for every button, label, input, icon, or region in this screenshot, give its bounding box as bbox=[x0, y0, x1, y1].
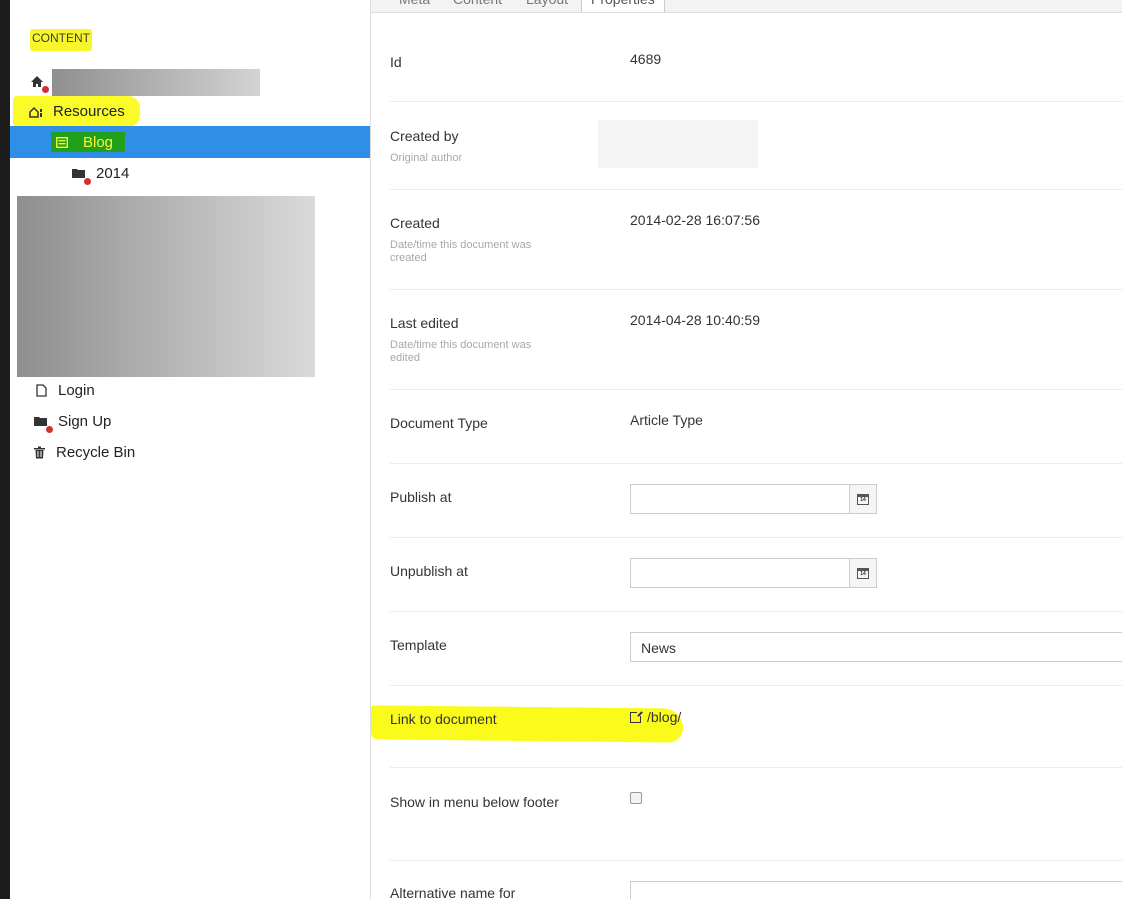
property-label: Created by bbox=[390, 128, 459, 144]
content-tree: CONTENT Resources Blog 2014 Login Sign U… bbox=[10, 0, 371, 899]
alt-name-input[interactable] bbox=[630, 881, 1122, 899]
property-label: Id bbox=[390, 54, 402, 70]
tree-node-2014[interactable]: 2014 bbox=[70, 158, 270, 189]
property-label: Created bbox=[390, 215, 440, 231]
property-created: Created Date/time this document was crea… bbox=[390, 190, 1122, 290]
unpublish-at-input[interactable] bbox=[631, 559, 849, 587]
tab-content[interactable]: Content bbox=[453, 0, 502, 12]
tree-node-label: 2014 bbox=[96, 165, 130, 182]
property-link: Link to document /blog/ bbox=[390, 686, 1122, 768]
property-label: Alternative name for bbox=[390, 885, 516, 899]
property-document-type: Document Type Article Type bbox=[390, 390, 1122, 464]
tab-layout[interactable]: Layout bbox=[526, 0, 568, 12]
property-description: Date/time this document was created bbox=[390, 239, 532, 264]
tree-node-label: Sign Up bbox=[58, 413, 112, 430]
editor-tabs: Meta Content Layout Properties bbox=[371, 0, 1122, 13]
tree-node-recycle-bin[interactable]: Recycle Bin bbox=[30, 437, 230, 468]
property-label: Link to document bbox=[390, 711, 497, 727]
tree-node-signup[interactable]: Sign Up bbox=[32, 406, 232, 437]
property-value: 2014-04-28 10:40:59 bbox=[630, 312, 760, 328]
property-description: Date/time this document was edited bbox=[390, 339, 532, 364]
property-label: Unpublish at bbox=[390, 563, 468, 579]
tree-node-label: Login bbox=[58, 382, 95, 399]
tree-node-label: Blog bbox=[83, 133, 114, 151]
property-label: Publish at bbox=[390, 489, 452, 505]
publish-at-input[interactable] bbox=[631, 485, 849, 513]
calendar-icon: 14 bbox=[857, 493, 869, 505]
trash-icon bbox=[30, 445, 48, 461]
tree-node-resources[interactable]: Resources bbox=[13, 96, 140, 127]
document-link[interactable]: /blog/ bbox=[630, 709, 681, 725]
tab-meta[interactable]: Meta bbox=[399, 0, 430, 12]
external-link-icon bbox=[630, 710, 643, 723]
tree-node-blog[interactable]: Blog bbox=[10, 126, 370, 158]
folder-icon bbox=[32, 414, 53, 433]
template-select[interactable]: News bbox=[630, 632, 1122, 662]
document-icon bbox=[32, 383, 50, 399]
redacted-root-label bbox=[52, 69, 260, 96]
tree-node-label: Resources bbox=[53, 103, 125, 120]
property-label: Last edited bbox=[390, 315, 459, 331]
show-in-menu-checkbox[interactable] bbox=[630, 792, 642, 804]
calendar-button[interactable]: 14 bbox=[849, 559, 876, 587]
property-label: Show in menu below footer bbox=[390, 794, 559, 810]
publish-at-field: 14 bbox=[630, 484, 877, 514]
redacted-tree-nodes bbox=[17, 196, 315, 377]
tree-node-login[interactable]: Login bbox=[32, 375, 232, 406]
calendar-button[interactable]: 14 bbox=[849, 485, 876, 513]
properties-panel: Id 4689 Created by Original author Creat… bbox=[371, 13, 1122, 899]
list-page-icon bbox=[53, 134, 71, 150]
property-label: Template bbox=[390, 637, 447, 653]
calendar-icon: 14 bbox=[857, 567, 869, 579]
property-label: Document Type bbox=[390, 415, 488, 431]
resources-icon bbox=[27, 104, 45, 120]
property-value: Article Type bbox=[630, 412, 703, 428]
app-sidebar-strip bbox=[0, 0, 10, 899]
property-last-edited: Last edited Date/time this document was … bbox=[390, 290, 1122, 390]
tab-properties[interactable]: Properties bbox=[581, 0, 665, 12]
property-value: 4689 bbox=[630, 51, 662, 67]
tree-node-label: Recycle Bin bbox=[56, 444, 136, 461]
unpublish-at-field: 14 bbox=[630, 558, 877, 588]
folder-icon bbox=[70, 166, 91, 185]
section-title: CONTENT bbox=[30, 29, 92, 51]
property-description: Original author bbox=[390, 152, 463, 164]
property-unpublish-at: Unpublish at 14 bbox=[390, 538, 1122, 612]
home-icon bbox=[28, 74, 49, 93]
property-publish-at: Publish at 14 bbox=[390, 464, 1122, 538]
property-id: Id 4689 bbox=[390, 13, 1122, 102]
redacted-author bbox=[598, 120, 758, 168]
property-show-in-menu: Show in menu below footer bbox=[390, 768, 1122, 861]
property-value: 2014-02-28 16:07:56 bbox=[630, 212, 760, 228]
property-template: Template News bbox=[390, 612, 1122, 686]
